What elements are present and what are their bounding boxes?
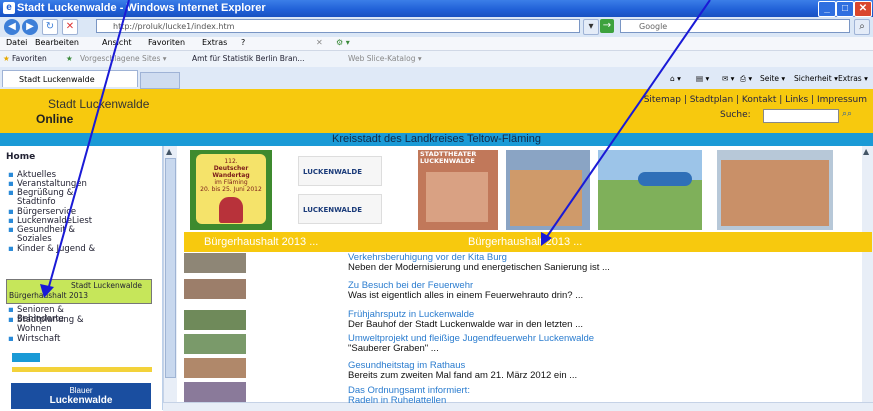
annotation-arrows (40, 0, 711, 298)
arrow-left (47, 0, 130, 291)
arrowhead-right (541, 232, 552, 246)
arrow-right (545, 0, 711, 239)
arrowhead-left (40, 284, 54, 298)
